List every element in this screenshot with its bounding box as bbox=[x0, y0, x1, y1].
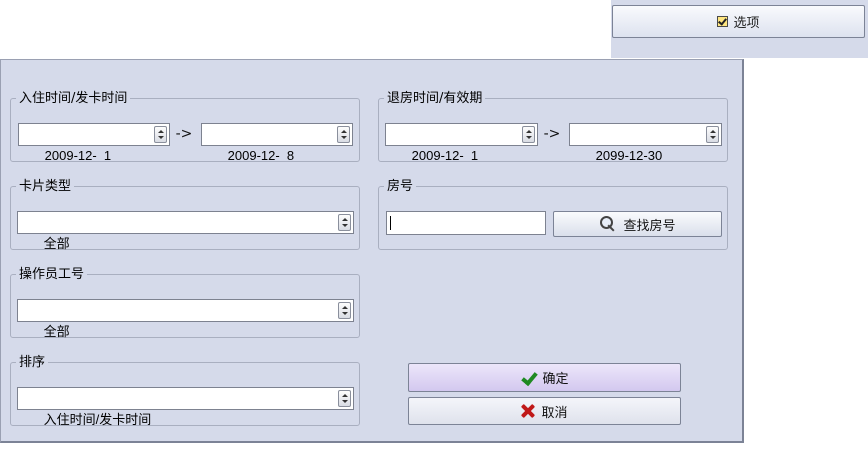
checkout-from-value: 2009-12- 1 bbox=[411, 148, 479, 163]
date-spinner-icon[interactable] bbox=[522, 126, 535, 143]
date-spinner-icon[interactable] bbox=[337, 126, 350, 143]
cancel-label: 取消 bbox=[541, 405, 568, 421]
date-spinner-icon[interactable] bbox=[706, 126, 719, 143]
options-button[interactable]: 选项 bbox=[612, 5, 865, 38]
ok-button[interactable]: 确定 bbox=[408, 363, 681, 392]
operator-value: 全部 bbox=[43, 324, 70, 339]
sort-group: 排序 入住时间/发卡时间 bbox=[10, 355, 360, 427]
checkin-from-date[interactable]: 2009-12- 1 bbox=[18, 123, 170, 163]
options-label: 选项 bbox=[733, 16, 760, 31]
ok-label: 确定 bbox=[542, 372, 569, 387]
text-caret bbox=[390, 216, 391, 230]
operator-select[interactable]: 全部 bbox=[17, 299, 354, 339]
search-room-button[interactable]: 查找房号 bbox=[553, 211, 722, 237]
dropdown-spinner-icon[interactable] bbox=[338, 390, 351, 407]
operator-legend: 操作员工号 bbox=[16, 267, 88, 282]
card-type-legend: 卡片类型 bbox=[16, 179, 75, 194]
checkout-group: 退房时间/有效期 2009-12- 1 -> 2099-12-30 bbox=[378, 91, 728, 163]
sort-legend: 排序 bbox=[16, 355, 49, 370]
dropdown-spinner-icon[interactable] bbox=[338, 302, 351, 319]
search-icon bbox=[599, 216, 617, 232]
options-bar: 选项 bbox=[611, 0, 868, 58]
range-arrow: -> bbox=[175, 126, 193, 142]
room-group: 房号 查找房号 bbox=[378, 179, 728, 250]
close-icon bbox=[521, 404, 535, 418]
room-number-input[interactable] bbox=[386, 211, 546, 235]
filter-panel: 入住时间/发卡时间 2009-12- 1 -> 2009-12- 8 退房时间/… bbox=[0, 59, 744, 443]
card-type-group: 卡片类型 全部 bbox=[10, 179, 360, 251]
card-type-value: 全部 bbox=[43, 236, 70, 251]
operator-group: 操作员工号 全部 bbox=[10, 267, 360, 339]
checkout-from-date[interactable]: 2009-12- 1 bbox=[385, 123, 538, 163]
room-legend: 房号 bbox=[384, 179, 417, 194]
search-room-label: 查找房号 bbox=[623, 218, 676, 234]
dropdown-spinner-icon[interactable] bbox=[338, 214, 351, 231]
sort-value: 入住时间/发卡时间 bbox=[43, 412, 152, 427]
sort-select[interactable]: 入住时间/发卡时间 bbox=[17, 387, 354, 427]
checkout-to-date[interactable]: 2099-12-30 bbox=[569, 123, 722, 163]
checkout-legend: 退房时间/有效期 bbox=[384, 91, 486, 106]
cancel-button[interactable]: 取消 bbox=[408, 397, 681, 425]
checkin-to-date[interactable]: 2009-12- 8 bbox=[201, 123, 353, 163]
checkin-legend: 入住时间/发卡时间 bbox=[16, 91, 131, 106]
date-spinner-icon[interactable] bbox=[154, 126, 167, 143]
checkbox-icon bbox=[717, 16, 729, 27]
checkin-group: 入住时间/发卡时间 2009-12- 1 -> 2009-12- 8 bbox=[10, 91, 360, 163]
checkin-from-value: 2009-12- 1 bbox=[44, 148, 112, 163]
checkout-to-value: 2099-12-30 bbox=[595, 148, 663, 163]
checkin-to-value: 2009-12- 8 bbox=[227, 148, 295, 163]
range-arrow: -> bbox=[543, 126, 561, 142]
card-type-select[interactable]: 全部 bbox=[17, 211, 354, 251]
checkmark-icon bbox=[520, 371, 536, 385]
